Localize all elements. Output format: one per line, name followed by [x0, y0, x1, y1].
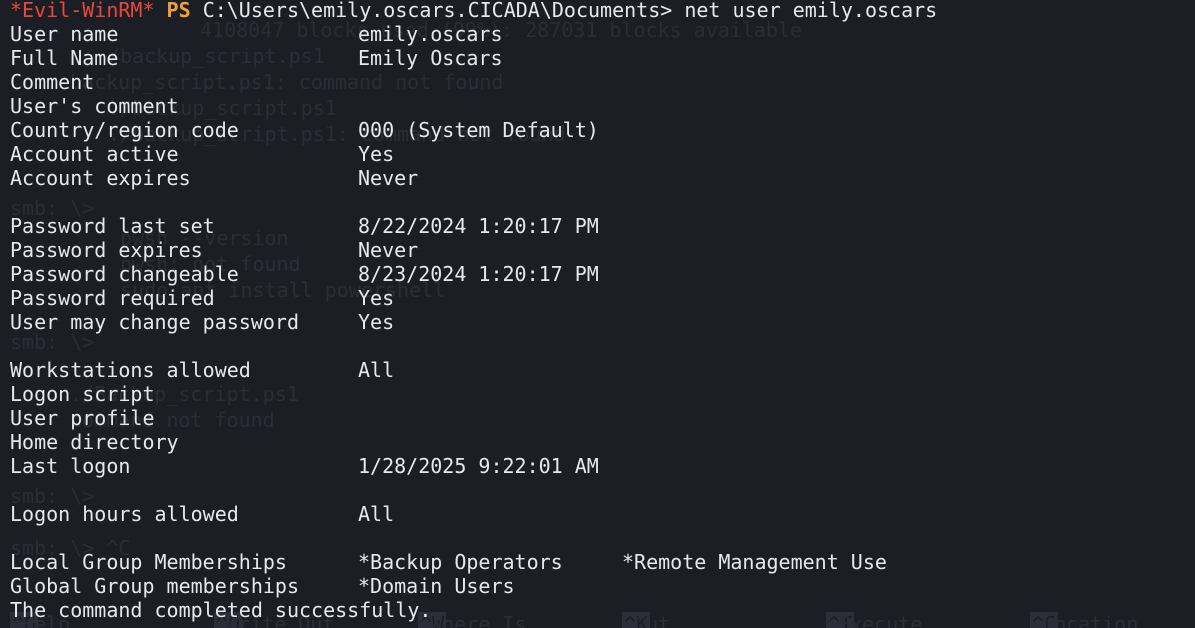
field-value-secondary: *Remote Management Use — [622, 550, 887, 574]
field-row: Account expires Never — [10, 166, 1195, 190]
shell-tag: *Evil-WinRM* — [10, 0, 155, 22]
command-text: net user emily.oscars — [684, 0, 938, 22]
prompt-path: C:\Users\emily.oscars.CICADA\Documents> — [202, 0, 673, 22]
field-label: Password last set — [10, 214, 215, 238]
field-label: Account active — [10, 142, 179, 166]
field-label: Global Group memberships — [10, 574, 299, 598]
field-label: Logon hours allowed — [10, 502, 239, 526]
field-row: Password last set 8/22/2024 1:20:17 PM — [10, 214, 1195, 238]
field-row: Password expires Never — [10, 238, 1195, 262]
field-row: Logon hours allowed All — [10, 502, 1195, 526]
field-label: Country/region code — [10, 118, 239, 142]
field-row: User may change password Yes — [10, 310, 1195, 334]
field-label: User name — [10, 22, 119, 46]
field-row: Local Group Memberships *Backup Operators… — [10, 550, 1195, 574]
field-row: Password changeable 8/23/2024 1:20:17 PM — [10, 262, 1195, 286]
field-value: *Domain Users — [358, 574, 515, 598]
field-row: User's comment — [10, 94, 1195, 118]
field-row: Workstations allowed All — [10, 358, 1195, 382]
field-label: Local Group Memberships — [10, 550, 287, 574]
field-label: Home directory — [10, 430, 179, 454]
field-label: Workstations allowed — [10, 358, 251, 382]
field-value: 8/22/2024 1:20:17 PM — [358, 214, 599, 238]
terminal-window[interactable]: 4108047 blocks used (99%): 287031 blocks… — [0, 0, 1195, 628]
field-row: Global Group memberships *Domain Users — [10, 574, 1195, 598]
field-label: Logon script — [10, 382, 155, 406]
field-value: Yes — [358, 142, 395, 166]
field-value: emily.oscars — [358, 22, 503, 46]
field-value: 8/23/2024 1:20:17 PM — [358, 262, 599, 286]
field-label: Password changeable — [10, 262, 239, 286]
field-label: Password expires — [10, 238, 203, 262]
field-row: Logon script — [10, 382, 1195, 406]
field-value: Never — [358, 166, 419, 190]
field-value: 000 (System Default) — [358, 118, 599, 142]
field-label: Account expires — [10, 166, 191, 190]
field-label: Password required — [10, 286, 215, 310]
field-row: Full Name Emily Oscars — [10, 46, 1195, 70]
field-value: All — [358, 502, 395, 526]
field-label: User profile — [10, 406, 155, 430]
ps-indicator: PS — [166, 0, 191, 22]
field-row: Home directory — [10, 430, 1195, 454]
field-row: Last logon 1/28/2025 9:22:01 AM — [10, 454, 1195, 478]
field-row: Comment — [10, 70, 1195, 94]
terminal-output: *Evil-WinRM* PS C:\Users\emily.oscars.CI… — [10, 0, 1195, 622]
field-label: User may change password — [10, 310, 299, 334]
field-row: Account active Yes — [10, 142, 1195, 166]
field-row: User profile — [10, 406, 1195, 430]
field-label: Last logon — [10, 454, 131, 478]
field-value: Yes — [358, 310, 395, 334]
field-value: Yes — [358, 286, 395, 310]
field-value: All — [358, 358, 395, 382]
field-row: Password required Yes — [10, 286, 1195, 310]
field-label: Comment — [10, 70, 95, 94]
field-value: *Backup Operators — [358, 550, 563, 574]
field-label: Full Name — [10, 46, 119, 70]
field-row: Country/region code 000 (System Default) — [10, 118, 1195, 142]
field-row: User name emily.oscars — [10, 22, 1195, 46]
field-value: 1/28/2025 9:22:01 AM — [358, 454, 599, 478]
field-value: Emily Oscars — [358, 46, 503, 70]
field-label: User's comment — [10, 94, 179, 118]
field-value: Never — [358, 238, 419, 262]
prompt-line: *Evil-WinRM* PS C:\Users\emily.oscars.CI… — [10, 0, 1195, 22]
completion-message: The command completed successfully. — [10, 598, 432, 622]
